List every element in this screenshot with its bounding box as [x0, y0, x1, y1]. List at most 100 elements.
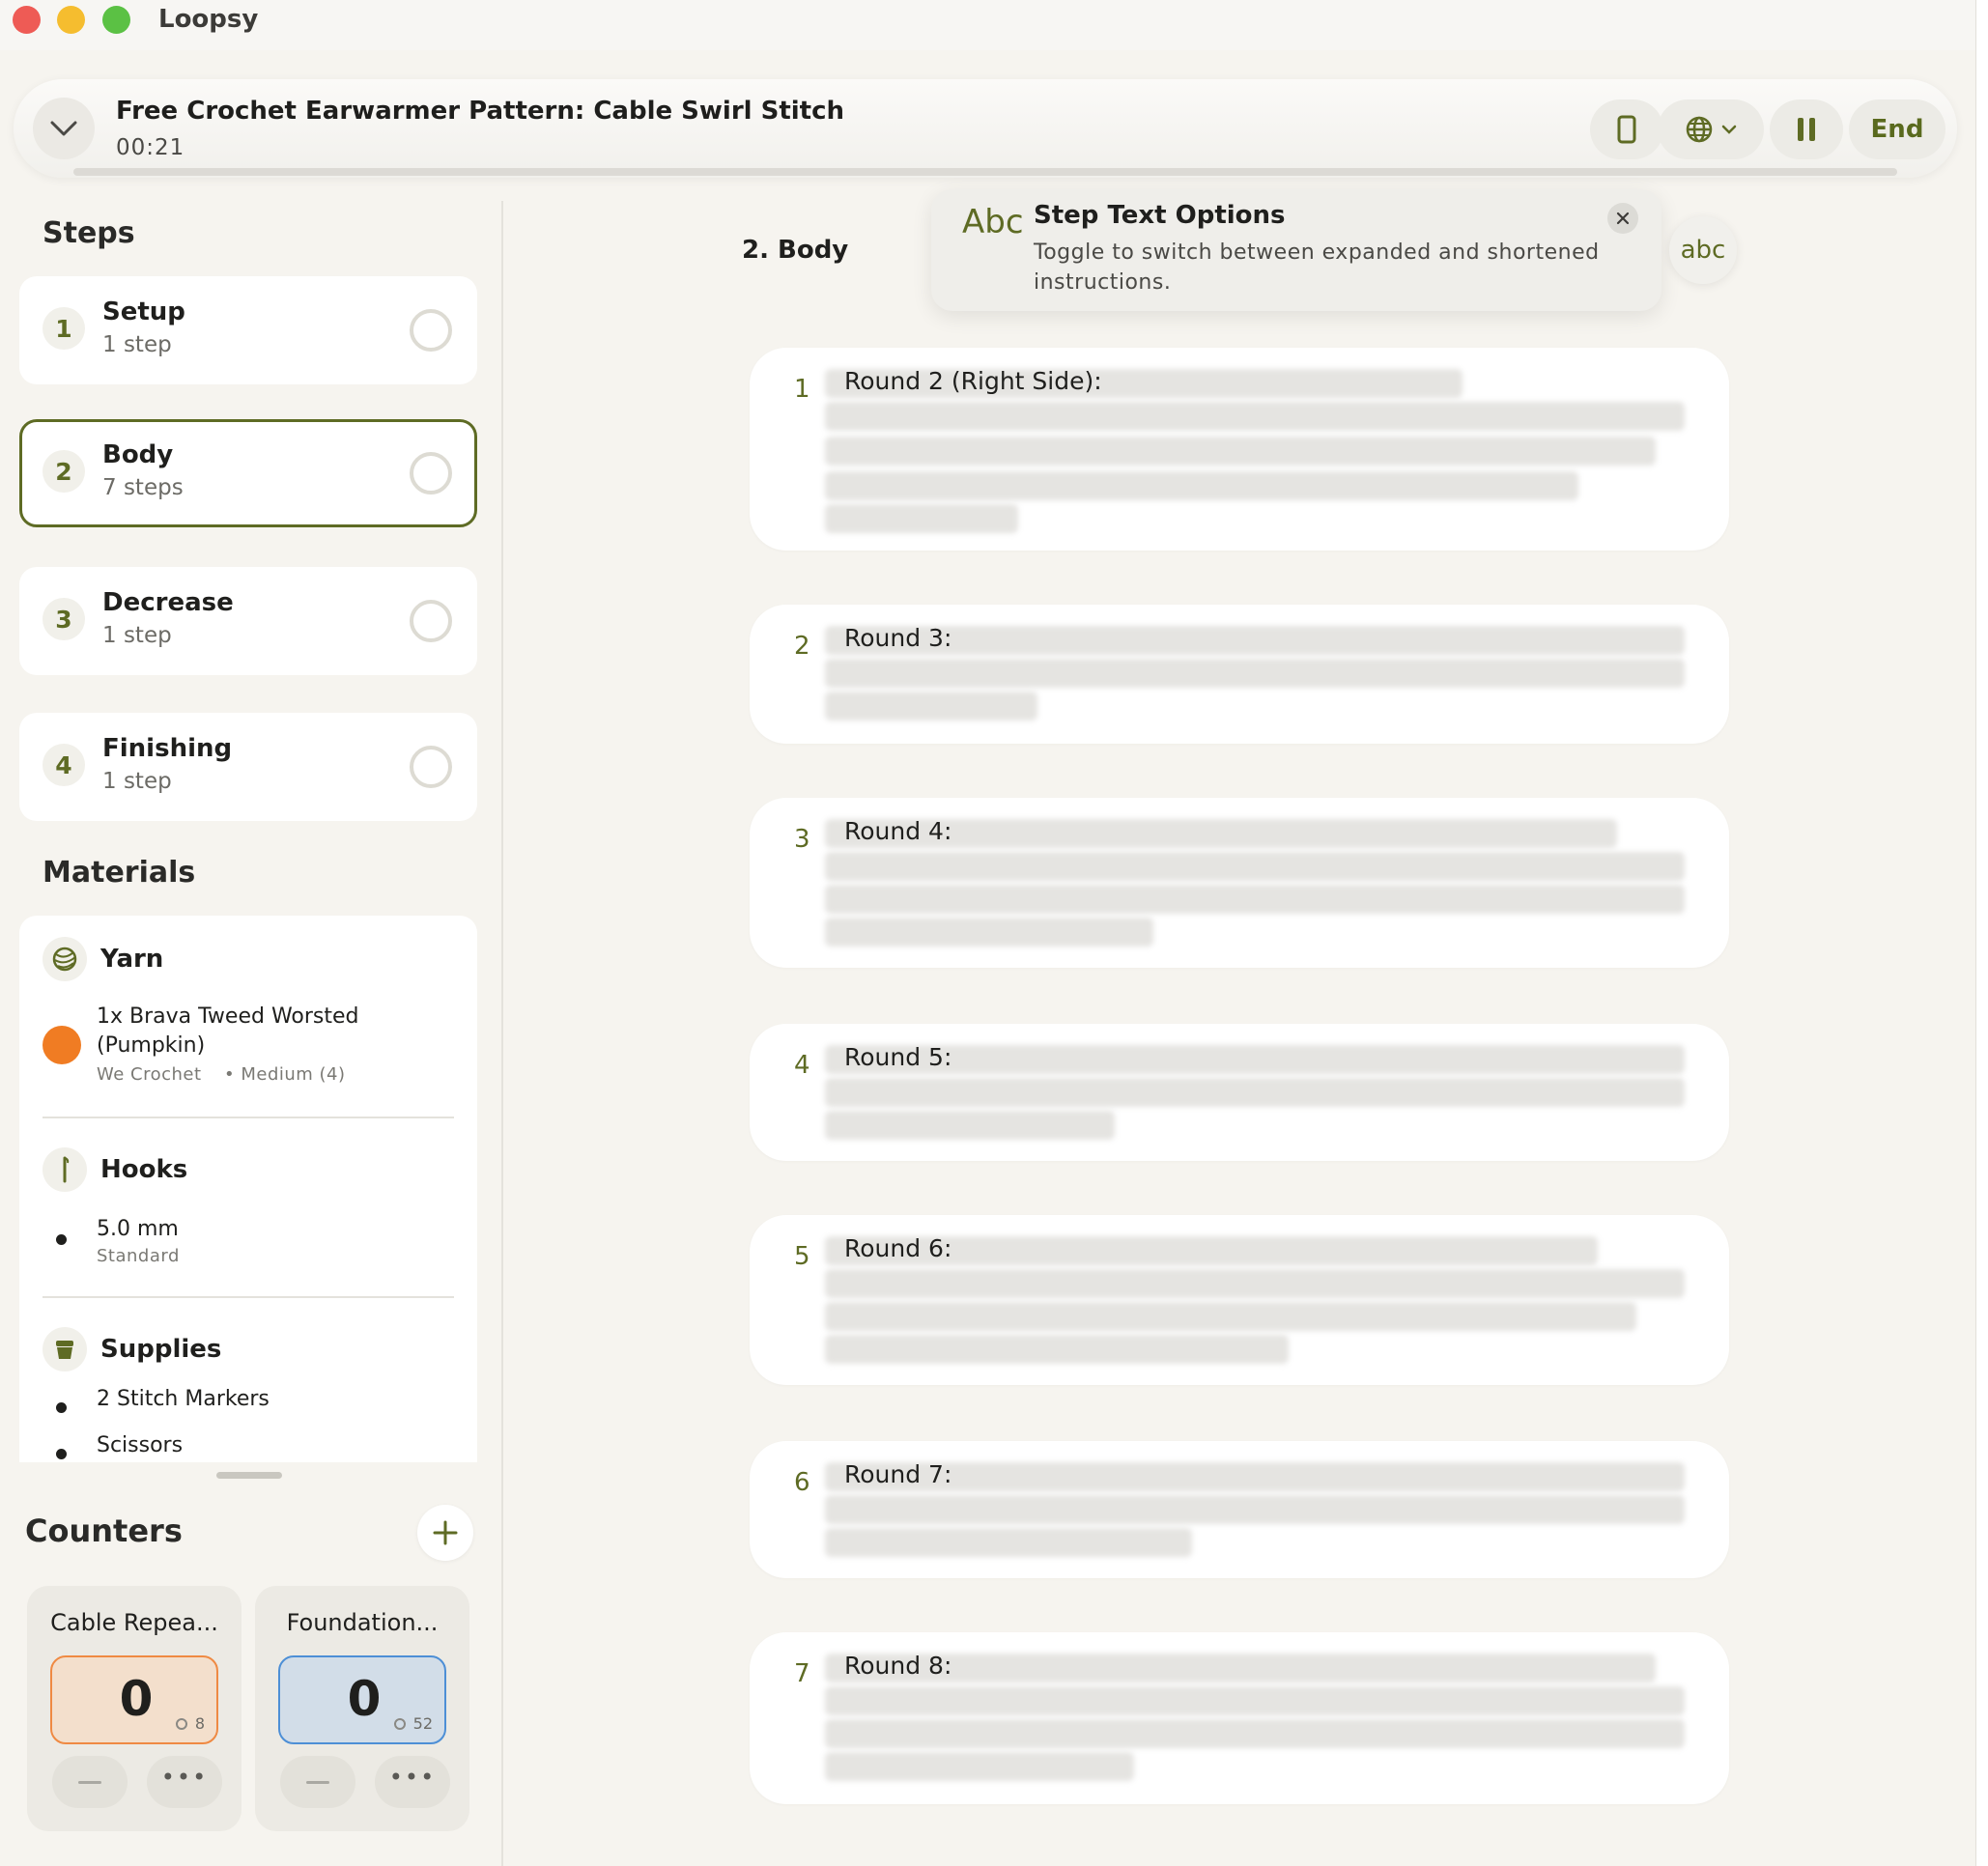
pause-button[interactable]	[1770, 99, 1843, 159]
hooks-title: Hooks	[100, 1155, 188, 1184]
blurred-text	[825, 1045, 1685, 1074]
round-number: 1	[794, 375, 810, 404]
pattern-title: Free Crochet Earwarmer Pattern: Cable Sw…	[116, 97, 845, 126]
sidebar-divider	[501, 201, 503, 1866]
round-label: Round 6:	[844, 1234, 952, 1262]
counter-more-button[interactable]: •••	[147, 1756, 222, 1808]
round-card[interactable]: 2 Round 3:	[750, 605, 1729, 744]
counter-increment-button[interactable]: 0 8	[50, 1655, 218, 1744]
notebook-icon	[1617, 115, 1636, 144]
counter-more-button[interactable]: •••	[375, 1756, 450, 1808]
yarn-brand: We Crochet	[97, 1064, 202, 1085]
step-count: 1 step	[102, 769, 172, 794]
step-card-body[interactable]: 2 Body 7 steps	[19, 419, 477, 527]
step-card-finishing[interactable]: 4 Finishing 1 step	[19, 713, 477, 821]
collapse-button[interactable]	[33, 98, 95, 159]
blurred-text	[825, 692, 1037, 721]
round-card[interactable]: 6 Round 7:	[750, 1441, 1729, 1578]
blurred-text	[825, 1269, 1685, 1298]
minimize-window-button[interactable]	[57, 6, 85, 34]
tooltip-close-button[interactable]	[1607, 203, 1638, 234]
ellipsis-icon: •••	[388, 1764, 437, 1791]
notes-button[interactable]	[1590, 99, 1663, 159]
supplies-icon	[43, 1327, 87, 1371]
supply-item: Scissors	[97, 1433, 184, 1457]
step-card-setup[interactable]: 1 Setup 1 step	[19, 276, 477, 384]
step-card-decrease[interactable]: 3 Decrease 1 step	[19, 567, 477, 675]
step-complete-checkbox[interactable]	[410, 746, 452, 788]
round-label: Round 2 (Right Side):	[844, 367, 1102, 395]
step-name: Setup	[102, 297, 185, 326]
round-card[interactable]: 4 Round 5:	[750, 1024, 1729, 1161]
round-card[interactable]: 7 Round 8:	[750, 1632, 1729, 1804]
step-number: 1	[43, 307, 85, 350]
step-count: 1 step	[102, 623, 172, 648]
yarn-title: Yarn	[100, 945, 164, 974]
pause-icon	[1798, 118, 1815, 141]
language-button[interactable]	[1658, 99, 1764, 159]
step-name: Finishing	[102, 734, 233, 763]
round-number: 7	[794, 1659, 810, 1688]
blurred-text	[825, 1686, 1685, 1715]
round-label: Round 5:	[844, 1043, 952, 1071]
round-card[interactable]: 3 Round 4:	[750, 798, 1729, 968]
close-icon	[1616, 212, 1630, 225]
round-label: Round 8:	[844, 1652, 952, 1680]
end-session-button[interactable]: End	[1849, 99, 1945, 159]
blurred-text	[825, 1719, 1685, 1748]
blurred-text	[825, 1462, 1685, 1491]
zoom-window-button[interactable]	[102, 6, 130, 34]
materials-heading: Materials	[43, 856, 196, 890]
steps-heading: Steps	[43, 216, 135, 250]
round-label: Round 3:	[844, 624, 952, 652]
blurred-text	[825, 1302, 1636, 1331]
text-toggle-button[interactable]: abc	[1669, 216, 1737, 284]
window-edge	[1975, 0, 1988, 1866]
blurred-text	[825, 471, 1578, 500]
counter-target: 52	[393, 1714, 433, 1733]
counter-decrement-button[interactable]	[280, 1756, 355, 1808]
hook-size: 5.0 mm	[97, 1217, 179, 1241]
window-titlebar: Loopsy	[0, 0, 1975, 50]
bullet	[56, 1234, 67, 1245]
plus-icon	[433, 1520, 458, 1545]
step-count: 7 steps	[102, 475, 184, 500]
yarn-name: 1x Brava Tweed Worsted	[97, 1004, 359, 1029]
hook-type: Standard	[97, 1246, 180, 1266]
bullet	[56, 1449, 67, 1459]
round-number: 6	[794, 1468, 810, 1497]
text-style-icon: Abc	[962, 203, 1024, 241]
counter-decrement-button[interactable]	[52, 1756, 128, 1808]
step-name: Decrease	[102, 588, 234, 617]
round-number: 4	[794, 1051, 810, 1080]
tooltip-description: Toggle to switch between expanded and sh…	[1034, 240, 1600, 295]
close-window-button[interactable]	[13, 6, 41, 34]
bullet	[56, 1402, 67, 1413]
step-number: 4	[43, 744, 85, 786]
counter-name: Cable Repea...	[50, 1609, 218, 1636]
yarn-icon	[43, 937, 87, 981]
blurred-text	[825, 918, 1153, 947]
round-label: Round 7:	[844, 1460, 952, 1488]
step-number: 3	[43, 598, 85, 640]
counter-increment-button[interactable]: 0 52	[278, 1655, 446, 1744]
step-complete-checkbox[interactable]	[410, 452, 452, 495]
blurred-text	[825, 885, 1685, 914]
add-counter-button[interactable]	[417, 1505, 473, 1561]
step-complete-checkbox[interactable]	[410, 309, 452, 352]
session-timer: 00:21	[116, 135, 185, 160]
chevron-down-icon	[50, 121, 77, 136]
supplies-title: Supplies	[100, 1335, 222, 1364]
step-name: Body	[102, 440, 174, 469]
resize-handle[interactable]	[216, 1472, 282, 1479]
round-card[interactable]: 5 Round 6:	[750, 1215, 1729, 1385]
hook-icon	[43, 1147, 87, 1192]
round-card[interactable]: 1 Round 2 (Right Side):	[750, 348, 1729, 551]
divider	[43, 1296, 454, 1298]
app-title: Loopsy	[158, 5, 259, 34]
blurred-text	[825, 437, 1656, 466]
step-complete-checkbox[interactable]	[410, 600, 452, 642]
counter-card: Cable Repea... 0 8 •••	[27, 1586, 241, 1831]
minus-icon	[306, 1780, 329, 1784]
counter-target-value: 8	[194, 1714, 205, 1733]
